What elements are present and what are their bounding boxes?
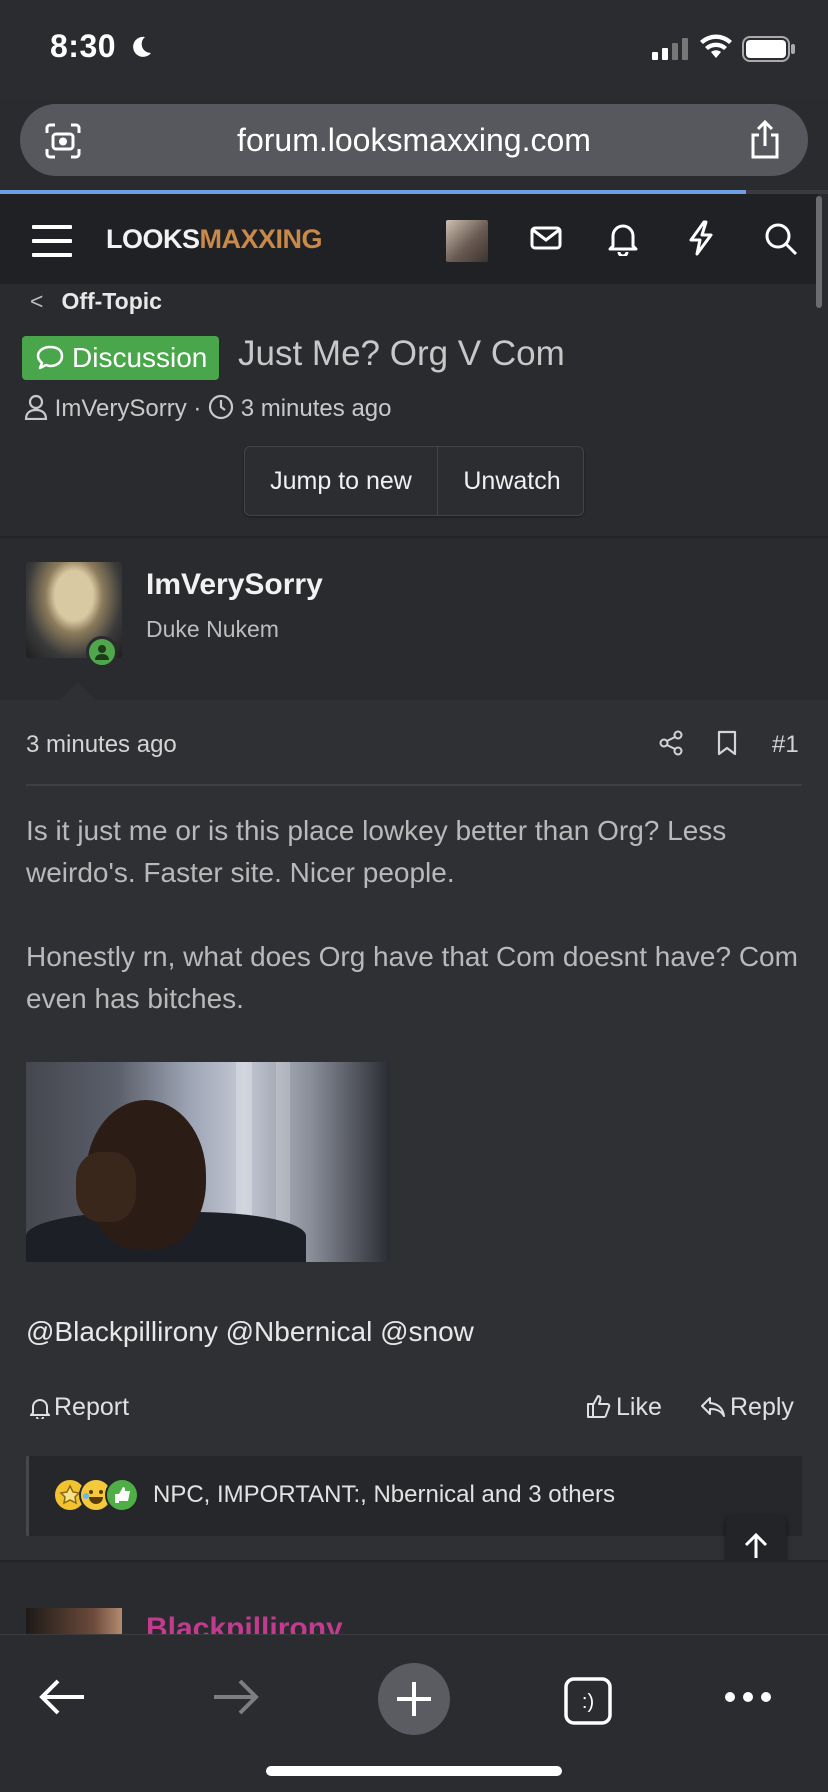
meme-image[interactable]	[26, 1062, 390, 1262]
thread-meta: ImVerySorry · 3 minutes ago	[24, 394, 391, 423]
like-label: Like	[616, 1393, 662, 1421]
bolt-icon[interactable]	[688, 220, 714, 256]
signal-icon	[652, 38, 688, 60]
unwatch-button[interactable]: Unwatch	[439, 447, 583, 515]
reply-label: Reply	[730, 1393, 794, 1421]
report-button[interactable]: Report	[28, 1393, 130, 1422]
breadcrumb[interactable]: < Off-Topic	[30, 288, 162, 315]
moon-icon	[133, 36, 151, 57]
bookmark-icon[interactable]	[716, 730, 738, 756]
search-icon[interactable]	[764, 222, 798, 256]
like-icon	[587, 1395, 611, 1418]
battery-icon	[742, 36, 795, 62]
post-paragraph: Is it just me or is this place lowkey be…	[26, 815, 727, 888]
tabs-icon[interactable]: :)	[564, 1677, 612, 1725]
post-number[interactable]: #1	[772, 731, 799, 759]
wifi-icon	[700, 34, 732, 58]
bell-icon[interactable]	[608, 222, 638, 256]
thread-prefix-badge[interactable]: Discussion	[22, 336, 220, 380]
forward-icon[interactable]	[212, 1677, 260, 1717]
url-text[interactable]: forum.looksmaxxing.com	[20, 122, 808, 159]
plus-icon	[397, 1682, 431, 1716]
post-time[interactable]: 3 minutes ago	[26, 731, 177, 759]
reply-icon	[701, 1397, 725, 1417]
site-header: LOOKSMAXXING	[0, 194, 818, 284]
user-icon	[24, 394, 48, 421]
svg-text::): :)	[582, 1691, 594, 1713]
post-header-rule	[26, 784, 802, 786]
status-time: 8:30	[50, 28, 117, 64]
post-user-block	[0, 538, 828, 700]
post-paragraph: Honestly rn, what does Org have that Com…	[26, 941, 798, 1014]
share-icon[interactable]	[748, 120, 782, 160]
chat-icon	[36, 345, 64, 370]
reactions-summary[interactable]: NPC, IMPORTANT:, Nbernical and 3 others	[153, 1481, 615, 1509]
url-bar[interactable]: forum.looksmaxxing.com	[20, 104, 808, 176]
status-bar: 8:30	[0, 0, 828, 100]
post-share-icon[interactable]	[658, 730, 684, 756]
thumbs-up-reaction-icon	[105, 1478, 139, 1512]
mail-icon[interactable]	[530, 222, 562, 254]
clock-icon	[208, 394, 234, 420]
camera-icon[interactable]	[44, 122, 82, 160]
arrow-up-icon	[744, 1532, 768, 1558]
report-icon	[28, 1399, 52, 1421]
thread-title: Just Me? Org V Com	[238, 334, 565, 373]
post-user-title: Duke Nukem	[146, 616, 279, 642]
more-icon[interactable]	[724, 1691, 772, 1703]
thread-author[interactable]: ImVerySorry	[55, 395, 187, 422]
thread-button-group: Jump to new Unwatch	[244, 446, 584, 516]
reply-button[interactable]: Reply	[700, 1393, 794, 1422]
online-status-icon	[86, 636, 118, 668]
jump-to-new-button[interactable]: Jump to new	[245, 447, 438, 515]
report-label: Report	[54, 1393, 130, 1421]
chevron-left-icon: <	[30, 288, 44, 314]
post-username[interactable]: ImVerySorry	[146, 568, 323, 602]
new-tab-button[interactable]	[378, 1663, 450, 1735]
next-post	[0, 1560, 828, 1640]
home-indicator[interactable]	[266, 1766, 562, 1776]
like-button[interactable]: Like	[586, 1393, 662, 1422]
breadcrumb-label[interactable]: Off-Topic	[61, 288, 162, 314]
logo-part2: MAXXING	[199, 224, 323, 254]
account-avatar[interactable]	[446, 220, 488, 262]
reactions-bar[interactable]: NPC, IMPORTANT:, Nbernical and 3 others	[26, 1456, 802, 1536]
post-arrow-notch	[60, 682, 96, 700]
thread-prefix-label: Discussion	[72, 342, 208, 373]
post-mentions[interactable]: @Blackpillirony @Nbernical @snow	[26, 1316, 474, 1348]
site-logo[interactable]: LOOKSMAXXING	[106, 224, 323, 255]
menu-icon[interactable]	[32, 224, 72, 258]
meta-separator: ·	[193, 395, 202, 422]
logo-part1: LOOKS	[106, 224, 200, 254]
back-icon[interactable]	[38, 1677, 86, 1717]
reaction-icons	[53, 1478, 149, 1514]
page-scrollbar[interactable]	[816, 196, 822, 308]
thread-time[interactable]: 3 minutes ago	[241, 395, 392, 422]
